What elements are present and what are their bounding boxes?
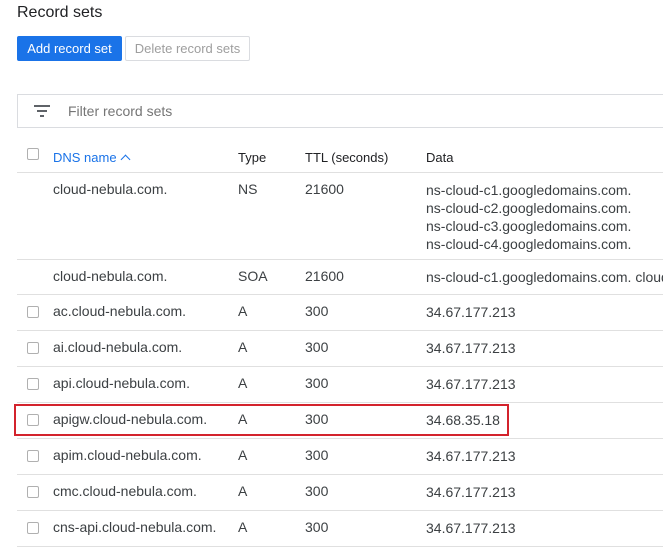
row-checkbox[interactable]: [27, 450, 39, 462]
table-row[interactable]: cmc.cloud-nebula.com. A 300 34.67.177.213: [17, 475, 663, 511]
data-value: ns-cloud-c3.googledomains.com.: [426, 218, 632, 234]
type-cell: A: [238, 519, 248, 535]
data-value: 34.67.177.213: [426, 340, 516, 356]
page-title: Record sets: [17, 4, 103, 21]
column-header-dns-name-label: DNS name: [53, 150, 117, 165]
dns-name-cell: cns-api.cloud-nebula.com.: [53, 519, 217, 535]
sort-ascending-icon: [120, 154, 131, 165]
ttl-cell: 300: [305, 411, 329, 427]
data-cell: 34.67.177.213: [426, 303, 516, 321]
data-value: 34.67.177.213: [426, 448, 516, 464]
column-header-dns-name[interactable]: DNS name: [53, 150, 131, 165]
type-cell: A: [238, 339, 248, 355]
data-value: ns-cloud-c1.googledomains.com. cloud: [426, 269, 663, 285]
data-cell: 34.67.177.213: [426, 375, 516, 393]
delete-record-sets-button[interactable]: Delete record sets: [125, 36, 250, 61]
data-cell: 34.67.177.213: [426, 483, 516, 501]
type-cell: A: [238, 375, 248, 391]
data-cell: 34.67.177.213: [426, 339, 516, 357]
dns-name-cell: cloud-nebula.com.: [53, 268, 168, 284]
type-cell: NS: [238, 181, 258, 197]
dns-name-cell: apigw.cloud-nebula.com.: [53, 411, 208, 427]
data-value: 34.67.177.213: [426, 484, 516, 500]
table-header: DNS name Type TTL (seconds) Data: [17, 139, 663, 173]
data-value: ns-cloud-c1.googledomains.com.: [426, 182, 632, 198]
table-row[interactable]: apigw.cloud-nebula.com. A 300 34.68.35.18: [17, 403, 663, 439]
ttl-cell: 300: [305, 339, 329, 355]
table-row[interactable]: cloud-nebula.com. SOA 21600 ns-cloud-c1.goo…: [17, 260, 663, 295]
table-row[interactable]: ac.cloud-nebula.com. A 300 34.67.177.213: [17, 295, 663, 331]
row-checkbox[interactable]: [27, 414, 39, 426]
dns-name-cell: cloud-nebula.com.: [53, 181, 168, 197]
ttl-cell: 300: [305, 447, 329, 463]
filter-icon[interactable]: [34, 105, 50, 117]
ttl-cell: 300: [305, 519, 329, 535]
column-header-ttl: TTL (seconds): [305, 150, 389, 165]
data-value: 34.67.177.213: [426, 304, 516, 320]
data-cell: 34.68.35.18: [426, 411, 500, 429]
ttl-cell: 300: [305, 483, 329, 499]
row-checkbox[interactable]: [27, 306, 39, 318]
data-value: ns-cloud-c2.googledomains.com.: [426, 200, 632, 216]
ttl-cell: 300: [305, 375, 329, 391]
row-checkbox[interactable]: [27, 342, 39, 354]
type-cell: SOA: [238, 268, 268, 284]
type-cell: A: [238, 411, 248, 427]
row-checkbox[interactable]: [27, 486, 39, 498]
dns-name-cell: api.cloud-nebula.com.: [53, 375, 190, 391]
table-row[interactable]: apim.cloud-nebula.com. A 300 34.67.177.213: [17, 439, 663, 475]
data-value: 34.68.35.18: [426, 412, 500, 428]
data-value: ns-cloud-c4.googledomains.com.: [426, 236, 632, 252]
data-cell: ns-cloud-c1.googledomains.com. ns-cloud-c…: [426, 181, 631, 253]
select-all-checkbox[interactable]: [27, 148, 39, 160]
type-cell: A: [238, 447, 248, 463]
table-row[interactable]: api.cloud-nebula.com. A 300 34.67.177.213: [17, 367, 663, 403]
column-header-data: Data: [426, 150, 454, 165]
type-cell: A: [238, 303, 248, 319]
row-checkbox[interactable]: [27, 522, 39, 534]
data-cell: 34.67.177.213: [426, 447, 516, 465]
table-row[interactable]: ai.cloud-nebula.com. A 300 34.67.177.213: [17, 331, 663, 367]
dns-name-cell: apim.cloud-nebula.com.: [53, 447, 202, 463]
column-header-type: Type: [238, 150, 267, 165]
filter-bar: [17, 94, 663, 128]
table-row[interactable]: cns-api.cloud-nebula.com. A 300 34.67.177.2…: [17, 511, 663, 547]
row-checkbox[interactable]: [27, 378, 39, 390]
data-value: 34.67.177.213: [426, 520, 516, 536]
ttl-cell: 21600: [305, 181, 344, 197]
dns-name-cell: ac.cloud-nebula.com.: [53, 303, 187, 319]
data-cell: ns-cloud-c1.googledomains.com. cloud: [426, 268, 663, 286]
ttl-cell: 21600: [305, 268, 344, 284]
dns-name-cell: cmc.cloud-nebula.com.: [53, 483, 197, 499]
data-value: 34.67.177.213: [426, 376, 516, 392]
add-record-set-button[interactable]: Add record set: [17, 36, 122, 61]
ttl-cell: 300: [305, 303, 329, 319]
table-row[interactable]: cloud-nebula.com. NS 21600 ns-cloud-c1.goog…: [17, 173, 663, 260]
type-cell: A: [238, 483, 248, 499]
data-cell: 34.67.177.213: [426, 519, 516, 537]
dns-name-cell: ai.cloud-nebula.com.: [53, 339, 183, 355]
filter-input[interactable]: [66, 102, 470, 120]
